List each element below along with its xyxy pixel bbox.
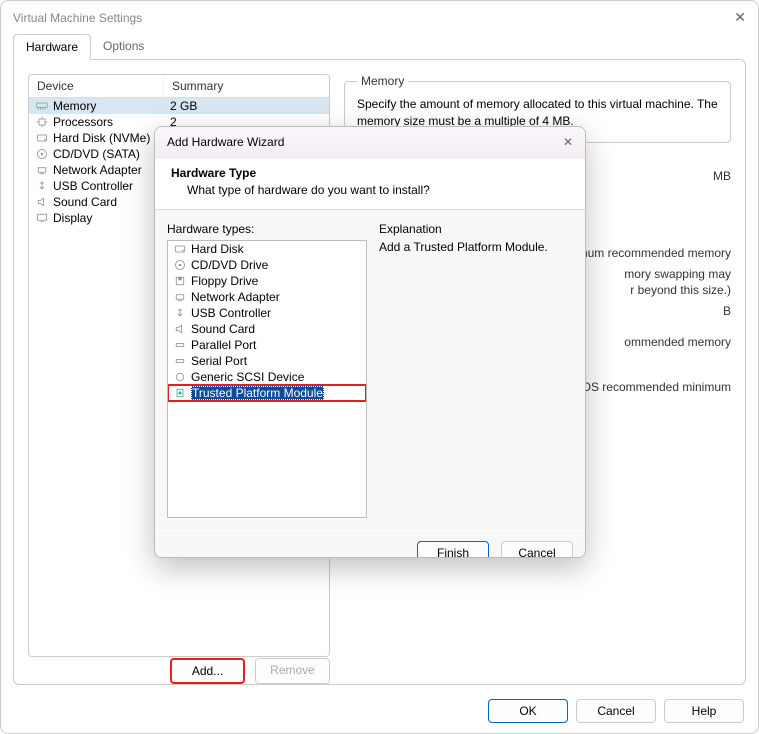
hardware-type-item[interactable]: Generic SCSI Device (168, 369, 366, 385)
remove-button: Remove (255, 658, 330, 684)
hardware-type-label: Network Adapter (191, 290, 280, 304)
wizard-head-title: Hardware Type (171, 166, 569, 180)
hardware-type-item[interactable]: Trusted Platform Module (168, 385, 366, 401)
hardware-type-label: Sound Card (191, 322, 255, 336)
tpm-icon (173, 386, 187, 400)
hardware-types-list[interactable]: Hard Disk CD/DVD Drive Floppy Drive Network… (167, 240, 367, 518)
usb-icon (35, 179, 49, 193)
hardware-type-label: CD/DVD Drive (191, 258, 268, 272)
col-device[interactable]: Device (29, 75, 164, 98)
port-icon (173, 354, 187, 368)
max-rec-label: mum recommended memory (578, 246, 731, 260)
device-name: Network Adapter (53, 163, 142, 177)
device-name: Memory (53, 99, 96, 113)
wizard-cancel-button[interactable]: Cancel (501, 541, 573, 558)
window-title: Virtual Machine Settings (13, 11, 142, 25)
tabs: Hardware Options (1, 34, 758, 60)
hardware-type-label: Parallel Port (191, 338, 256, 352)
device-name: Hard Disk (NVMe) (53, 131, 150, 145)
device-name: Sound Card (53, 195, 117, 209)
hardware-type-label: USB Controller (191, 306, 271, 320)
disk-icon (35, 131, 49, 145)
table-header: Device Summary (29, 75, 329, 98)
disk-icon (173, 242, 187, 256)
col-summary[interactable]: Summary (164, 75, 329, 98)
hardware-types-label: Hardware types: (167, 222, 367, 236)
wizard-footer: Finish Cancel (155, 530, 585, 558)
add-hardware-wizard: Add Hardware Wizard ✕ Hardware Type What… (154, 126, 586, 558)
network-icon (35, 163, 49, 177)
close-icon[interactable]: ✕ (734, 9, 746, 26)
hardware-type-item[interactable]: USB Controller (168, 305, 366, 321)
network-icon (173, 290, 187, 304)
finish-button[interactable]: Finish (417, 541, 489, 558)
explanation-text: Add a Trusted Platform Module. (379, 240, 573, 254)
hardware-type-item[interactable]: Floppy Drive (168, 273, 366, 289)
hardware-type-label: Trusted Platform Module (191, 386, 324, 400)
add-button[interactable]: Add... (170, 658, 245, 684)
swap-warn-2: r beyond this size.) (630, 283, 731, 297)
hardware-type-item[interactable]: CD/DVD Drive (168, 257, 366, 273)
disc-icon (173, 258, 187, 272)
mb-label: MB (713, 169, 731, 183)
tab-options[interactable]: Options (91, 34, 156, 60)
sound-icon (173, 322, 187, 336)
explanation-label: Explanation (379, 222, 573, 236)
memory-legend: Memory (357, 74, 408, 88)
hardware-type-item[interactable]: Sound Card (168, 321, 366, 337)
hardware-type-item[interactable]: Network Adapter (168, 289, 366, 305)
hardware-type-label: Serial Port (191, 354, 247, 368)
table-row[interactable]: Memory 2 GB (29, 98, 329, 114)
footer-buttons: OK Cancel Help (488, 699, 744, 723)
display-icon (35, 211, 49, 225)
floppy-icon (173, 274, 187, 288)
device-name: USB Controller (53, 179, 133, 193)
rec-label: ommended memory (624, 335, 731, 349)
valB: B (723, 304, 731, 318)
swap-warn-1: mory swapping may (624, 267, 731, 281)
hardware-type-label: Hard Disk (191, 242, 244, 256)
guest-min-label: st OS recommended minimum (569, 380, 731, 394)
cancel-button[interactable]: Cancel (576, 699, 656, 723)
device-summary: 2 GB (164, 98, 329, 114)
memory-icon (35, 99, 49, 113)
ok-button[interactable]: OK (488, 699, 568, 723)
memory-desc: Specify the amount of memory allocated t… (357, 96, 718, 130)
hardware-list-wrap: Hardware types: Hard Disk CD/DVD Drive Flo… (167, 222, 367, 518)
hardware-type-item[interactable]: Parallel Port (168, 337, 366, 353)
wizard-close-icon[interactable]: ✕ (563, 135, 573, 149)
disc-icon (35, 147, 49, 161)
hardware-type-item[interactable]: Serial Port (168, 353, 366, 369)
wizard-header: Hardware Type What type of hardware do y… (155, 158, 585, 210)
wizard-head-desc: What type of hardware do you want to ins… (171, 183, 569, 197)
usb-icon (173, 306, 187, 320)
device-name: Display (53, 211, 92, 225)
explanation-panel: Explanation Add a Trusted Platform Modul… (379, 222, 573, 518)
device-name: CD/DVD (SATA) (53, 147, 140, 161)
hardware-type-item[interactable]: Hard Disk (168, 241, 366, 257)
device-name: Processors (53, 115, 113, 129)
hardware-type-label: Floppy Drive (191, 274, 258, 288)
wizard-title: Add Hardware Wizard (167, 135, 284, 149)
sound-icon (35, 195, 49, 209)
help-button[interactable]: Help (664, 699, 744, 723)
scsi-icon (173, 370, 187, 384)
titlebar: Virtual Machine Settings ✕ (1, 1, 758, 34)
tab-hardware[interactable]: Hardware (13, 34, 91, 60)
cpu-icon (35, 115, 49, 129)
wizard-body: Hardware types: Hard Disk CD/DVD Drive Flo… (155, 210, 585, 530)
port-icon (173, 338, 187, 352)
add-remove-row: Add... Remove (170, 658, 330, 684)
hardware-type-label: Generic SCSI Device (191, 370, 304, 384)
wizard-titlebar: Add Hardware Wizard ✕ (155, 127, 585, 158)
